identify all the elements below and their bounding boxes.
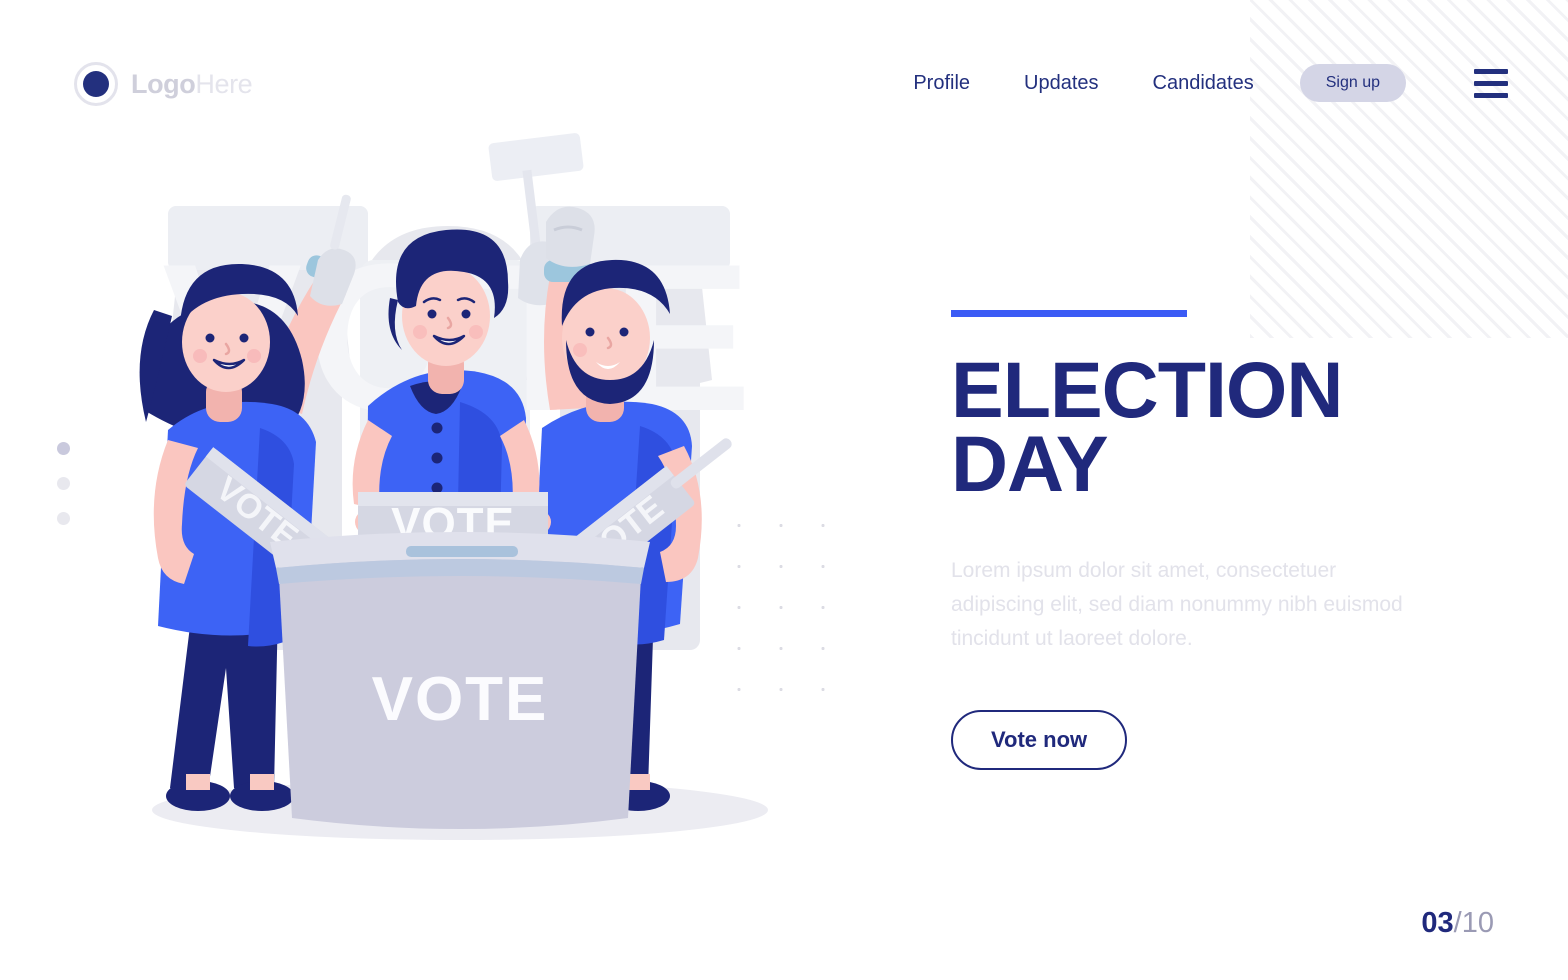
hero-body-text: Lorem ipsum dolor sit amet, consectetuer… — [951, 558, 1403, 650]
slide-dot-3[interactable] — [57, 512, 70, 525]
ballot-box: VOTE — [270, 532, 650, 829]
accent-bar — [951, 310, 1187, 317]
slide-dot-1[interactable] — [57, 442, 70, 455]
slide-counter-current: 03 — [1421, 907, 1454, 939]
svg-text:VOTE: VOTE — [372, 665, 549, 734]
signup-button[interactable]: Sign up — [1299, 64, 1406, 102]
logo-text: LogoHere — [131, 68, 253, 100]
nav-link-profile[interactable]: Profile — [913, 72, 970, 95]
circle-logo-icon — [74, 62, 118, 106]
slide-dot-2[interactable] — [57, 477, 70, 490]
slide-counter-total: /10 — [1453, 907, 1494, 939]
logo-text-primary: Logo — [131, 68, 196, 99]
slide-dots — [57, 442, 70, 525]
nav-link-updates[interactable]: Updates — [1024, 72, 1099, 95]
main-navigation: Profile Updates Candidates Sign up — [913, 64, 1508, 102]
hamburger-bar — [1474, 80, 1508, 86]
headline-line-1: ELECTION — [951, 345, 1343, 434]
election-illustration: VOTE VOTE VOTE VOTE — [110, 110, 810, 855]
hamburger-bar — [1474, 92, 1508, 98]
hero-text-block: ELECTION DAY Lorem ipsum dolor sit amet,… — [951, 310, 1451, 770]
headline-line-2: DAY — [951, 419, 1109, 509]
logo-text-secondary: Here — [195, 68, 253, 99]
nav-link-candidates[interactable]: Candidates — [1153, 72, 1254, 95]
logo[interactable]: LogoHere — [74, 62, 253, 106]
page-header: LogoHere Profile Updates Candidates Sign… — [0, 0, 1568, 166]
hamburger-bar — [1474, 68, 1508, 74]
hamburger-menu-icon[interactable] — [1474, 68, 1508, 98]
slide-counter: 03/10 — [1421, 907, 1494, 940]
page-title: ELECTION DAY — [951, 345, 1451, 509]
vote-now-button[interactable]: Vote now — [951, 709, 1128, 770]
